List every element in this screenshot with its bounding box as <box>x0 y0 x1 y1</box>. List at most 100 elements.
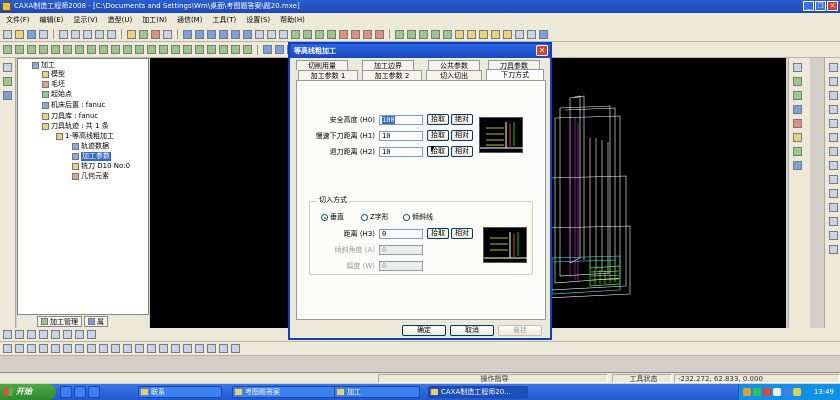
display-icon[interactable] <box>515 29 524 39</box>
app-title-bar[interactable]: CAXA制造工程师2008 - [C:\Documents and Settin… <box>0 0 840 13</box>
feature-icon[interactable] <box>27 45 36 54</box>
tray-icon[interactable] <box>773 388 781 396</box>
tree-node-toolpaths[interactable]: 刀具轨迹 : 共 1 条 <box>42 122 109 131</box>
tree-icon[interactable] <box>3 91 12 100</box>
slow-feed-relative-button[interactable]: 相对 <box>451 130 473 141</box>
curve-edit-icon[interactable] <box>75 344 84 353</box>
tab-machining-params-1[interactable]: 加工参数 1 <box>298 70 358 80</box>
edit-icon[interactable] <box>63 330 72 339</box>
redo-icon[interactable] <box>107 29 116 39</box>
safe-height-input[interactable]: 100 <box>379 115 423 125</box>
width-input[interactable]: 0 <box>379 261 423 271</box>
distance-pick-button[interactable]: 拾取 <box>427 228 449 239</box>
offset-icon[interactable] <box>829 175 838 184</box>
shade-icon[interactable] <box>267 29 276 39</box>
hang-button[interactable]: 悬挂 <box>498 325 542 336</box>
view-icon[interactable] <box>207 29 216 39</box>
menu-communication[interactable]: 通信(M) <box>177 15 203 25</box>
machining-tool-icon[interactable] <box>793 147 802 156</box>
tray-icon[interactable] <box>763 388 771 396</box>
radio-ramp[interactable]: 倾斜线 <box>403 213 433 222</box>
feature-icon[interactable] <box>195 45 204 54</box>
sketch-icon[interactable] <box>3 77 12 86</box>
close-window-button[interactable]: ✕ <box>827 1 838 11</box>
curve-edit-icon[interactable] <box>111 344 120 353</box>
fillet-icon[interactable] <box>829 203 838 212</box>
text-icon[interactable] <box>829 217 838 226</box>
edit-icon[interactable] <box>15 330 24 339</box>
view-icon[interactable] <box>231 29 240 39</box>
color-icon[interactable] <box>151 29 160 39</box>
radio-vertical[interactable]: 垂直 <box>321 213 344 222</box>
machining-tool-icon[interactable] <box>793 133 802 142</box>
curve-edit-icon[interactable] <box>99 344 108 353</box>
curve-icon[interactable] <box>315 29 324 39</box>
feature-icon[interactable] <box>63 45 72 54</box>
feature-icon[interactable] <box>51 45 60 54</box>
curve-edit-icon[interactable] <box>135 344 144 353</box>
solid-icon[interactable] <box>395 29 404 39</box>
safe-height-absolute-button[interactable]: 绝对 <box>451 114 473 125</box>
view-icon[interactable] <box>219 29 228 39</box>
tray-icon[interactable] <box>793 388 801 396</box>
feature-icon[interactable] <box>111 45 120 54</box>
shade-icon[interactable] <box>279 29 288 39</box>
pan-icon[interactable] <box>491 29 500 39</box>
curve-edit-icon[interactable] <box>207 344 216 353</box>
polygon-icon[interactable] <box>829 119 838 128</box>
dialog-close-button[interactable]: ✕ <box>536 45 548 56</box>
radio-zigzag[interactable]: Z字形 <box>361 213 389 222</box>
tree-node-operation[interactable]: 1-等高线粗加工 <box>56 132 114 141</box>
toolpath-icon[interactable] <box>263 45 272 54</box>
feature-icon[interactable] <box>3 45 12 54</box>
layer-icon[interactable] <box>139 29 148 39</box>
edit-icon[interactable] <box>51 330 60 339</box>
menu-view[interactable]: 显示(V) <box>73 15 97 25</box>
filter-icon[interactable] <box>163 29 172 39</box>
tree-node-track-data[interactable]: 轨迹数据 <box>72 142 109 151</box>
curve-edit-icon[interactable] <box>51 344 60 353</box>
tree-node-post[interactable]: 机床后置 : fanuc <box>42 101 105 110</box>
zoom-out-icon[interactable] <box>479 29 488 39</box>
point-icon[interactable] <box>829 147 838 156</box>
rotate-icon[interactable] <box>503 29 512 39</box>
safe-height-pick-button[interactable]: 拾取 <box>427 114 449 125</box>
feature-icon[interactable] <box>99 45 108 54</box>
tray-icon[interactable] <box>743 388 751 396</box>
curve-icon[interactable] <box>327 29 336 39</box>
edit-icon[interactable] <box>75 330 84 339</box>
solid-icon[interactable] <box>407 29 416 39</box>
tree-node-blank[interactable]: 毛坯 <box>42 80 65 89</box>
quicklaunch-desktop-icon[interactable] <box>74 386 86 398</box>
tab-plunge-method[interactable]: 下刀方式 <box>486 69 544 80</box>
tree-node-start-point[interactable]: 起始点 <box>42 90 72 99</box>
feature-icon[interactable] <box>75 45 84 54</box>
menu-machining[interactable]: 加工(N) <box>142 15 167 25</box>
curve-edit-icon[interactable] <box>3 344 12 353</box>
arc-icon[interactable] <box>829 77 838 86</box>
array-icon[interactable] <box>829 245 838 254</box>
display-icon[interactable] <box>527 29 536 39</box>
start-button[interactable]: 开始 <box>0 384 56 400</box>
surface-icon[interactable] <box>351 29 360 39</box>
mirror-icon[interactable] <box>829 231 838 240</box>
zoom-in-icon[interactable] <box>467 29 476 39</box>
feature-icon[interactable] <box>87 45 96 54</box>
rectangle-icon[interactable] <box>829 105 838 114</box>
quicklaunch-media-icon[interactable] <box>88 386 100 398</box>
menu-tools[interactable]: 工具(T) <box>212 15 236 25</box>
curve-edit-icon[interactable] <box>63 344 72 353</box>
curve-edit-icon[interactable] <box>123 344 132 353</box>
menu-file[interactable]: 文件(F) <box>6 15 30 25</box>
taskbar-item-machining[interactable]: 加工 <box>334 386 420 398</box>
save-icon[interactable] <box>27 29 36 39</box>
curve-edit-icon[interactable] <box>147 344 156 353</box>
view-icon[interactable] <box>195 29 204 39</box>
spline-icon[interactable] <box>829 133 838 142</box>
taskbar-item-contacts[interactable]: 联系 <box>138 386 222 398</box>
curve-edit-icon[interactable] <box>159 344 168 353</box>
menu-edit[interactable]: 编辑(E) <box>40 15 64 25</box>
menu-modeling[interactable]: 造型(U) <box>108 15 133 25</box>
tab-machining-params-2[interactable]: 加工参数 2 <box>362 70 422 80</box>
angle-input[interactable]: 0 <box>379 245 423 255</box>
